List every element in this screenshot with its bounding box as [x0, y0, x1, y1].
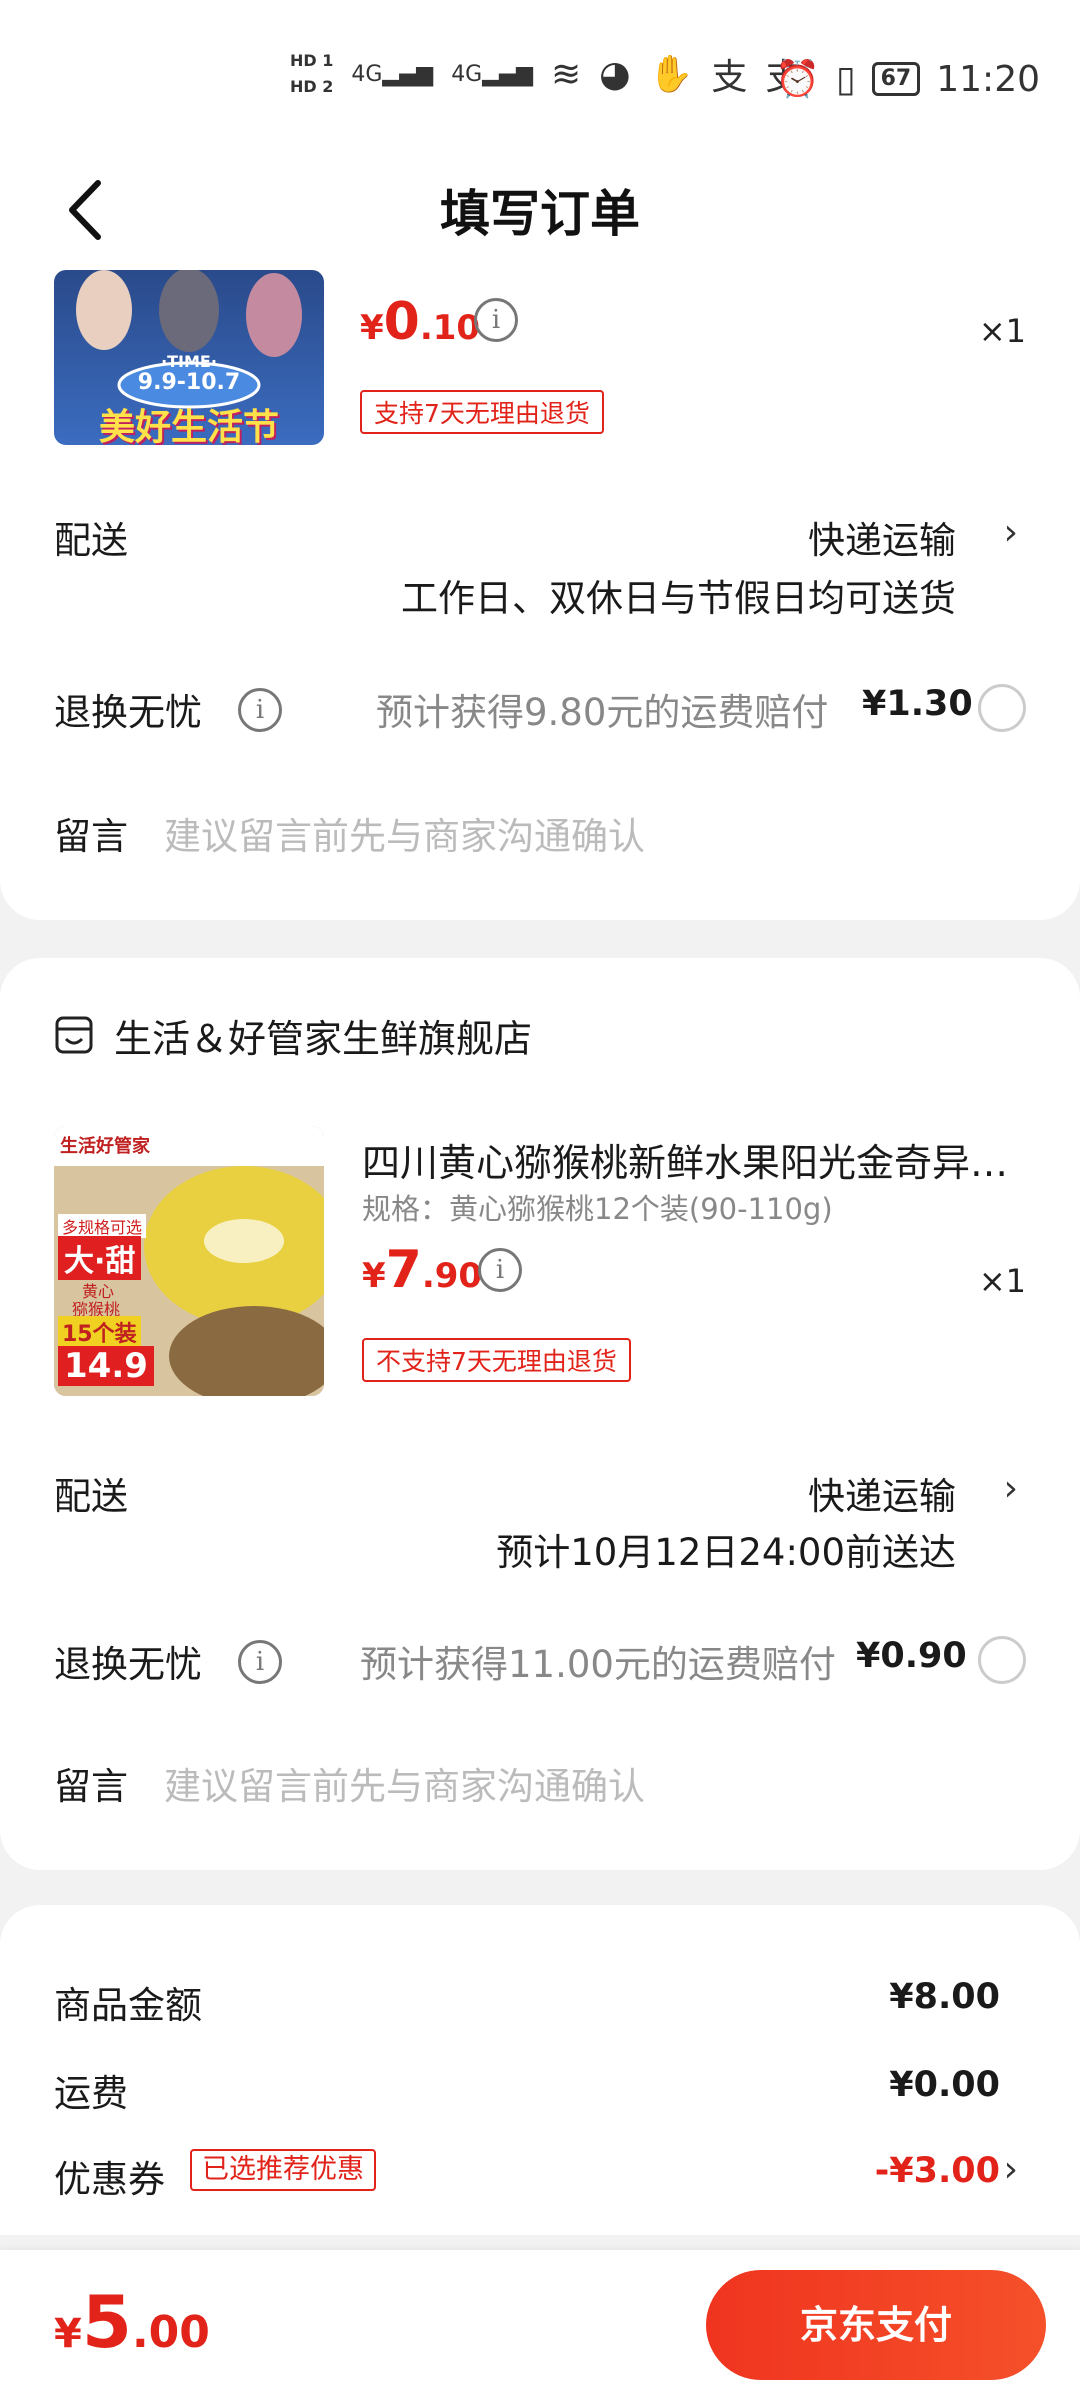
product-title[interactable]: 四川黄心猕猴桃新鲜水果阳光金奇异…	[362, 1132, 1022, 1187]
chevron-right-icon[interactable]: ›	[1004, 1468, 1018, 1509]
image-count: 15个装	[58, 1316, 141, 1348]
signal-icon: 4G▂▄▆	[351, 61, 434, 87]
status-bar: HD 1 HD 2 4G▂▄▆ 4G▂▄▆ ≋ ◕ ✋ 支 支 ⏰ ▯ 67 1…	[0, 0, 1080, 150]
product-image-2[interactable]: 生活好管家 多规格可选 大·甜 黄心 猕猴桃 15个装 14.9	[54, 1126, 324, 1396]
shipping-label: 运费	[54, 2072, 128, 2115]
wifi-icon: ≋	[551, 53, 582, 95]
message-input[interactable]: 建议留言前先与商家沟通确认	[164, 1756, 645, 1810]
banner-time: ·TIME·	[161, 352, 217, 371]
price-dec: .10	[419, 308, 481, 348]
delivery-method[interactable]: 快递运输	[808, 1466, 956, 1520]
info-icon[interactable]: i	[238, 1640, 282, 1684]
price-int: 7	[385, 1240, 422, 1300]
delivery-label: 配送	[54, 1475, 128, 1518]
store-name[interactable]: 生活＆好管家生鲜旗舰店	[114, 1008, 532, 1063]
goods-amount-label: 商品金额	[54, 1984, 202, 2027]
price-1: ¥0.10	[360, 292, 480, 352]
battery-icon: 67	[871, 62, 921, 96]
info-icon[interactable]: i	[238, 688, 282, 732]
banner-dates: 9.9-10.7	[137, 370, 241, 395]
message-label: 留言	[54, 815, 128, 858]
order-card-2: 生活＆好管家生鲜旗舰店 生活好管家 多规格可选 大·甜 黄心 猕猴桃 15个装 …	[0, 958, 1080, 1870]
goods-amount-value: ¥8.00	[889, 1977, 1000, 2017]
signal-icon-2: 4G▂▄▆	[451, 61, 533, 87]
clock: 11:20	[936, 58, 1040, 100]
image-price: 14.9	[58, 1346, 154, 1386]
price-int: 0	[383, 292, 420, 352]
return-worry-label: 退换无忧	[54, 1643, 202, 1686]
total-int: 5	[81, 2280, 132, 2364]
order-card-1: ·TIME· 9.9-10.7 美好生活节 ¥0.10 i ×1 支持7天无理由…	[0, 270, 1080, 920]
message-label: 留言	[54, 1765, 128, 1808]
return-worry-label: 退换无忧	[54, 691, 202, 734]
return-policy-tag: 不支持7天无理由退货	[362, 1338, 631, 1382]
alarm-icon: ⏰	[774, 59, 820, 100]
bottom-bar: ¥5.00 京东支付	[0, 2250, 1080, 2400]
delivery-note: 工作日、双休日与节假日均可送货	[401, 577, 956, 620]
coupon-label: 优惠券	[54, 2158, 165, 2201]
compensation-amount: ¥1.30	[862, 684, 973, 724]
hd1-label: HD 1	[290, 51, 334, 70]
vibrate-icon: ▯	[835, 58, 856, 100]
message-input[interactable]: 建议留言前先与商家沟通确认	[164, 806, 645, 860]
coupon-tag: 已选推荐优惠	[190, 2149, 376, 2191]
product-image-1[interactable]: ·TIME· 9.9-10.7 美好生活节	[54, 270, 324, 445]
delivery-note: 预计10月12日24:00前送达	[496, 1531, 956, 1574]
info-icon[interactable]: i	[474, 298, 518, 342]
delivery-label: 配送	[54, 519, 128, 562]
coupon-value[interactable]: -¥3.00	[875, 2151, 1000, 2191]
image-badge: 多规格可选	[58, 1214, 147, 1238]
quantity: ×1	[978, 1262, 1026, 1300]
image-big: 大·甜	[58, 1236, 142, 1280]
quantity: ×1	[978, 312, 1026, 350]
return-worry-radio[interactable]	[978, 684, 1026, 732]
jd-pay-button[interactable]: 京东支付	[706, 2270, 1046, 2380]
return-worry-radio[interactable]	[978, 1636, 1026, 1684]
compensation-text: 预计获得9.80元的运费赔付	[376, 691, 829, 734]
return-policy-tag: 支持7天无理由退货	[360, 390, 604, 434]
banner-text: 美好生活节	[98, 407, 279, 445]
delivery-method[interactable]: 快递运输	[808, 510, 956, 564]
status-left: HD 1 HD 2 4G▂▄▆ 4G▂▄▆ ≋ ◕ ✋ 支 支	[290, 48, 801, 100]
shipping-value: ¥0.00	[889, 2065, 1000, 2105]
chevron-right-icon[interactable]: ›	[1004, 2149, 1018, 2190]
price-currency: ¥	[362, 1256, 386, 1296]
total-dec: .00	[131, 2307, 210, 2358]
summary-card: 商品金额 ¥8.00 运费 ¥0.00 优惠券 已选推荐优惠 -¥3.00 ›	[0, 1905, 1080, 2235]
product-spec: 规格：黄心猕猴桃12个装(90-110g)	[362, 1192, 833, 1226]
price-currency: ¥	[360, 308, 384, 348]
info-icon[interactable]: i	[478, 1248, 522, 1292]
price-2: ¥7.90	[362, 1240, 482, 1300]
net1-label: 4G	[351, 61, 383, 87]
hd-indicator: HD 1 HD 2	[290, 48, 333, 100]
image-brand: 生活好管家	[60, 1136, 150, 1157]
chevron-right-icon[interactable]: ›	[1004, 512, 1018, 553]
total-currency: ¥	[54, 2311, 82, 2357]
net2-label: 4G	[451, 61, 483, 87]
status-right: ⏰ ▯ 67 11:20	[774, 58, 1040, 101]
alipay-icon: 支	[711, 57, 748, 98]
page-title: 填写订单	[440, 185, 640, 243]
total-price: ¥5.00	[54, 2280, 210, 2364]
price-dec: .90	[421, 1256, 483, 1296]
compensation-text: 预计获得11.00元的运费赔付	[360, 1643, 836, 1686]
compensation-amount: ¥0.90	[856, 1636, 967, 1676]
store-icon	[55, 1016, 93, 1054]
hd2-label: HD 2	[290, 77, 334, 96]
wechat-icon: ◕	[599, 53, 631, 95]
hand-icon: ✋	[648, 54, 694, 95]
header: 填写订单	[0, 150, 1080, 270]
